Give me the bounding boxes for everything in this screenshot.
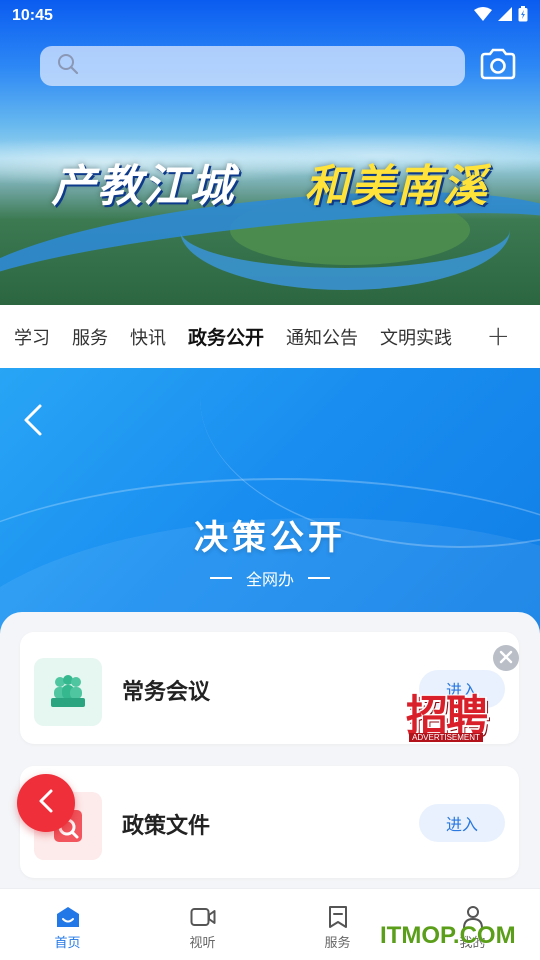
back-button[interactable] [18,400,48,440]
status-icons [474,5,528,27]
nav-item-home[interactable]: 首页 [0,889,135,960]
status-time: 10:45 [12,7,53,24]
nav-label: 服务 [324,936,351,951]
tab-news-flash[interactable]: 快讯 [130,324,166,350]
video-icon [190,905,216,929]
close-icon [499,649,513,668]
card-label: 常务会议 [122,680,211,705]
search-icon [56,52,80,80]
meeting-people-icon [34,658,102,726]
search-input[interactable] [40,46,465,86]
card-label: 政策文件 [122,814,211,839]
close-ad-button[interactable] [493,645,519,671]
card-policy-documents[interactable]: 政策文件 进入 [20,766,519,878]
hero-subtitle-row: 全网办 [0,566,540,590]
tab-study[interactable]: 学习 [14,324,50,350]
tab-notices[interactable]: 通知公告 [286,324,358,350]
add-tab-icon[interactable]: + [487,319,510,352]
chevron-left-icon [18,404,48,444]
bookmark-icon [325,905,351,929]
chevron-left-icon [34,786,58,820]
tab-government-affairs[interactable]: 政务公开 [188,323,264,350]
slogan-part-2: 和美南溪 [304,161,489,212]
subtitle-dash-right [308,577,330,579]
category-tabs: 学习 服务 快讯 政务公开 通知公告 文明实践 + [0,305,540,368]
hero-title: 决策公开 [194,518,346,558]
camera-icon [479,48,517,84]
floating-back-button[interactable] [17,774,75,832]
signal-icon [498,6,512,26]
status-bar: 10:45 [0,0,540,32]
subtitle-dash-left [209,577,232,579]
enter-button[interactable]: 进入 [419,804,505,842]
home-icon [55,905,81,929]
tab-service[interactable]: 服务 [72,324,108,350]
nav-item-video[interactable]: 视听 [135,889,270,960]
recruitment-ad[interactable]: 招聘 ADVERTISEMENT [383,680,509,754]
site-watermark: ITMOP.COM [380,922,516,949]
battery-icon [518,5,528,27]
banner-slogan: 产教江城 和美南溪 [0,150,540,214]
nav-label: 视听 [189,936,216,951]
tab-civilization-practice[interactable]: 文明实践 [380,324,452,350]
content-panel: 常务会议 进入 政策文件 进入 [0,612,540,902]
hero-subtitle: 全网办 [245,570,294,589]
wifi-icon [474,6,492,26]
nav-label: 首页 [54,936,81,951]
ad-subtitle: ADVERTISEMENT [409,732,483,742]
slogan-part-1: 产教江城 [51,161,236,212]
camera-button[interactable] [478,48,518,84]
